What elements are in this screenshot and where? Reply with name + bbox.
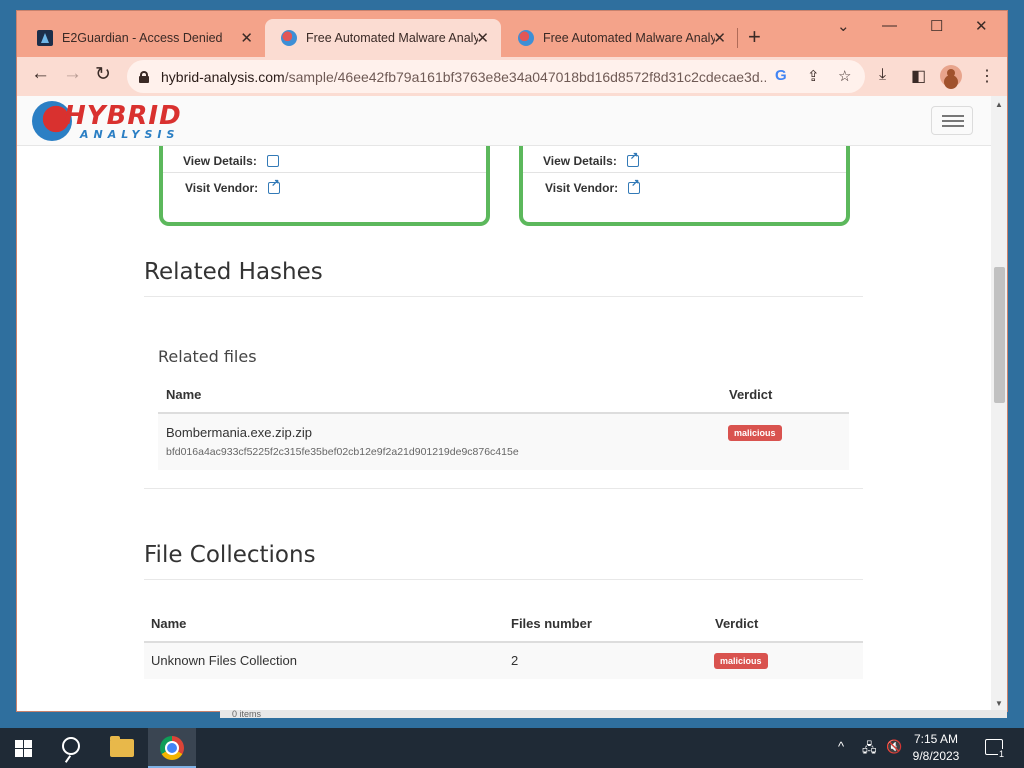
menu-kebab-icon[interactable]: ⋮	[979, 66, 995, 86]
related-file-name[interactable]: Bombermania.exe.zip.zip	[166, 425, 312, 440]
clock-time: 7:15 AM	[913, 732, 959, 746]
view-details-row: View Details:	[543, 151, 639, 168]
search-icon[interactable]	[62, 737, 80, 755]
maximize-icon[interactable]: ☐	[930, 17, 943, 35]
view-details-icon[interactable]	[266, 155, 279, 167]
tab-separator	[737, 28, 738, 48]
show-hidden-icons-chevron-icon[interactable]: ^	[838, 739, 844, 754]
visit-vendor-label: Visit Vendor:	[185, 181, 259, 195]
site-header: HYBRID ANALYSIS	[17, 96, 991, 146]
browser-toolbar: ← → ↻ hybrid-analysis.com/sample/46ee42f…	[17, 57, 1007, 96]
scroll-up-arrow-icon[interactable]: ▲	[995, 100, 1003, 109]
e2guardian-icon	[37, 30, 53, 46]
column-header-name: Name	[166, 387, 202, 402]
system-clock[interactable]: 7:15 AM 9/8/2023	[905, 731, 967, 765]
close-icon[interactable]: ✕	[713, 29, 726, 47]
tab-malware-analysis-active[interactable]: Free Automated Malware Analysis ✕	[265, 19, 501, 57]
collection-files-number: 2	[511, 653, 519, 668]
file-explorer-icon[interactable]	[110, 736, 134, 757]
verdict-badge: malicious	[728, 425, 782, 441]
view-details-row: View Details:	[183, 154, 279, 168]
column-header-verdict: Verdict	[715, 616, 759, 631]
external-link-icon[interactable]	[626, 151, 639, 167]
google-lens-icon[interactable]: G	[775, 67, 787, 84]
related-hashes-heading: Related Hashes	[144, 259, 323, 285]
visit-vendor-label: Visit Vendor:	[545, 181, 619, 195]
divider	[163, 172, 486, 173]
visit-vendor-row: Visit Vendor:	[185, 178, 281, 195]
view-details-label: View Details:	[183, 154, 257, 168]
url-text[interactable]: hybrid-analysis.com/sample/46ee42fb79a16…	[161, 69, 766, 85]
tab-title: Free Automated Malware Analysis	[543, 31, 715, 45]
chrome-icon	[160, 736, 184, 760]
underlying-window-strip: 0 items	[220, 710, 1007, 718]
clock-date: 9/8/2023	[912, 749, 960, 763]
related-file-hash[interactable]: bfd016a4ac933cf5225f2c315fe35bef02cb12e9…	[166, 446, 519, 458]
hybrid-analysis-icon	[281, 30, 297, 46]
network-icon[interactable]: 🖧	[862, 739, 877, 761]
close-window-icon[interactable]: ✕	[975, 17, 988, 35]
reload-icon[interactable]: ↻	[95, 63, 111, 86]
volume-muted-icon[interactable]: 🔇	[886, 739, 902, 755]
bookmark-star-icon[interactable]: ☆	[838, 67, 851, 85]
close-icon[interactable]: ✕	[476, 29, 489, 47]
related-files-subheading: Related files	[158, 347, 257, 366]
visit-vendor-row: Visit Vendor:	[545, 178, 641, 195]
download-icon[interactable]: ⤓	[879, 66, 886, 84]
hybrid-analysis-logo[interactable]: HYBRID ANALYSIS	[32, 100, 182, 142]
address-bar[interactable]: hybrid-analysis.com/sample/46ee42fb79a16…	[127, 60, 865, 93]
section-rule	[144, 488, 863, 489]
logo-word: HYBRID	[64, 100, 182, 131]
browser-window: E2Guardian - Access Denied ✕ Free Automa…	[17, 11, 1007, 711]
tab-strip: E2Guardian - Access Denied ✕ Free Automa…	[17, 11, 1007, 57]
view-details-label: View Details:	[543, 154, 617, 168]
column-header-name: Name	[151, 616, 187, 631]
column-header-files-number: Files number	[511, 616, 592, 631]
verdict-badge: malicious	[714, 653, 768, 669]
start-windows-icon[interactable]	[15, 740, 32, 757]
hamburger-menu-button[interactable]	[931, 106, 973, 135]
web-page: HYBRID ANALYSIS View Details: Visit Vend…	[17, 96, 1007, 711]
share-icon[interactable]: ⇪	[807, 67, 820, 85]
tab-title: Free Automated Malware Analysis	[306, 31, 478, 45]
table-row[interactable]	[158, 414, 849, 470]
hybrid-analysis-icon	[518, 30, 534, 46]
minimize-icon[interactable]: —	[882, 17, 897, 34]
file-collections-heading: File Collections	[144, 542, 316, 568]
section-rule	[144, 296, 863, 297]
page-scrollbar[interactable]: ▲ ▼	[991, 96, 1007, 711]
scroll-thumb[interactable]	[994, 267, 1005, 403]
column-header-verdict: Verdict	[729, 387, 773, 402]
close-icon[interactable]: ✕	[240, 29, 253, 47]
tab-search-chevron-icon[interactable]: ⌄	[837, 17, 850, 35]
scroll-down-arrow-icon[interactable]: ▼	[995, 699, 1003, 708]
logo-subtitle: ANALYSIS	[80, 127, 180, 141]
notification-count: 1	[998, 749, 1006, 759]
divider	[523, 172, 846, 173]
section-rule	[144, 579, 863, 580]
back-icon[interactable]: ←	[31, 63, 50, 85]
forward-icon[interactable]: →	[63, 63, 82, 85]
chrome-taskbar-button[interactable]	[148, 728, 196, 768]
tab-malware-analysis[interactable]: Free Automated Malware Analysis ✕	[502, 19, 738, 57]
taskbar: ^ 🖧 🔇 7:15 AM 9/8/2023 1	[0, 728, 1024, 768]
external-link-icon[interactable]	[628, 178, 641, 194]
new-tab-icon[interactable]: +	[748, 24, 761, 50]
external-link-icon[interactable]	[268, 178, 281, 194]
side-panel-icon[interactable]: ◧	[911, 66, 926, 86]
tab-title: E2Guardian - Access Denied	[62, 31, 223, 45]
hamburger-line	[942, 125, 964, 127]
hamburger-line	[942, 115, 964, 117]
lock-icon[interactable]	[139, 70, 149, 83]
hamburger-line	[942, 120, 964, 122]
collection-name[interactable]: Unknown Files Collection	[151, 653, 297, 668]
tab-e2guardian[interactable]: E2Guardian - Access Denied ✕	[21, 19, 265, 57]
profile-avatar[interactable]	[940, 65, 962, 87]
